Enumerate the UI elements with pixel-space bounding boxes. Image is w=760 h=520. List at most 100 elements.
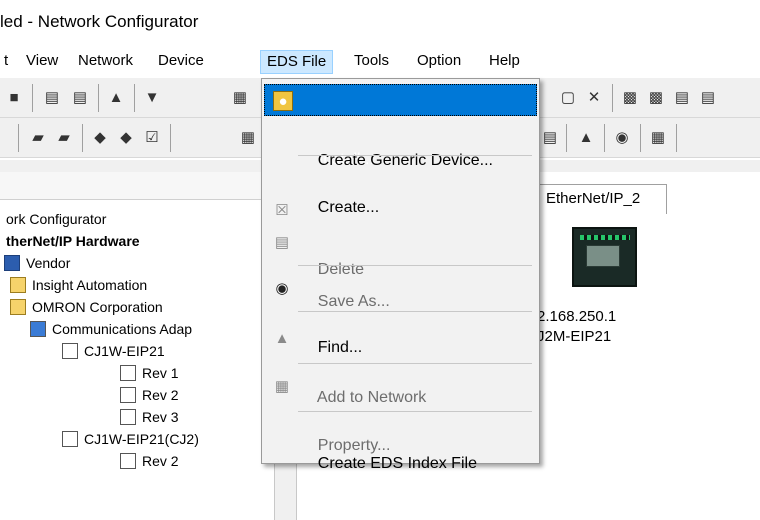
tab-label: EtherNet/IP_2 [546, 190, 641, 207]
detail-view-icon[interactable]: ▤ [698, 87, 718, 107]
menu-device[interactable]: Device [152, 50, 210, 74]
menu-eds-file[interactable]: EDS File [260, 50, 334, 74]
menu-tools[interactable]: Tools [348, 50, 395, 74]
print-icon[interactable]: ▢ [558, 87, 578, 107]
save-icon[interactable]: ■ [4, 87, 24, 107]
menu-item-label: Create EDS Index File [317, 455, 477, 472]
arrow-up-icon[interactable]: ◆ [90, 127, 110, 147]
tree-item-rev[interactable]: Rev 2 [120, 384, 179, 406]
menu-help[interactable]: Help [483, 50, 526, 74]
menu-item-create-generic-device[interactable]: Create Generic Device... [264, 116, 537, 169]
menu-item-find[interactable]: ◉ Find... [264, 273, 537, 356]
tree-root[interactable]: ork Configurator [6, 208, 106, 230]
pane-header [0, 172, 275, 200]
tree-item-vendor[interactable]: Vendor [4, 252, 70, 274]
paste-icon[interactable]: ▰ [54, 127, 74, 147]
menu-option[interactable]: Option [411, 50, 467, 74]
hardware-tree-pane: ork Configurator therNet/IP Hardware Ven… [0, 172, 275, 520]
delete-icon[interactable]: ✕ [584, 87, 604, 107]
list-view-icon[interactable]: ▤ [672, 87, 692, 107]
eds-file-icon [120, 365, 136, 381]
find-binoculars-icon: ◉ [275, 280, 289, 297]
menu-item-install[interactable]: ● Install... [264, 84, 537, 168]
tree-item-label: Rev 3 [142, 409, 179, 425]
menu-bar: t View Network Device EDS File Tools Opt… [0, 44, 760, 77]
tree-item-label: Rev 1 [142, 365, 179, 381]
eds-file-icon [120, 409, 136, 425]
menu-separator [298, 265, 532, 266]
tree-item-omron[interactable]: OMRON Corporation [10, 296, 163, 318]
tree-item-cj1w-eip21-cj2[interactable]: CJ1W-EIP21(CJ2) [62, 428, 199, 450]
tree-item-label: therNet/IP Hardware [6, 233, 140, 249]
tree-item-label: Insight Automation [32, 277, 148, 293]
menu-item-save-as[interactable]: ▤ Save As... [264, 227, 537, 310]
check-icon[interactable]: ☑ [142, 127, 162, 147]
device-ip-address: 2.168.250.1 [537, 308, 617, 325]
cut-icon[interactable]: ▰ [28, 127, 48, 147]
compare-icon[interactable]: ▦ [230, 87, 250, 107]
upload-icon[interactable]: ▲ [106, 87, 126, 107]
device-display [586, 245, 620, 267]
toolbar-separator [82, 124, 83, 152]
menu-item-delete[interactable]: ☒ Delete [264, 195, 537, 278]
tree-item-cj1w-eip21[interactable]: CJ1W-EIP21 [62, 340, 165, 362]
find-icon[interactable]: ◉ [612, 127, 632, 147]
tree-root-label: ork Configurator [6, 211, 107, 227]
connect-icon[interactable]: ▤ [42, 87, 62, 107]
menu-separator [298, 363, 532, 364]
plc-device-icon[interactable] [572, 227, 637, 287]
parameter-icon[interactable]: ▤ [540, 127, 560, 147]
property-icon[interactable]: ▦ [648, 127, 668, 147]
menu-edit[interactable]: t [0, 50, 14, 74]
arrow-down-icon[interactable]: ◆ [116, 127, 136, 147]
tree-item-label: Vendor [26, 255, 71, 271]
menu-view[interactable]: View [20, 50, 64, 74]
device-model-name: J2M-EIP21 [537, 328, 612, 345]
window-title: led - Network Configurator [0, 12, 199, 31]
disconnect-icon[interactable]: ▤ [70, 87, 90, 107]
status-led-strip [580, 235, 630, 240]
toolbar-separator [98, 84, 99, 112]
tree-item-rev[interactable]: Rev 1 [120, 362, 179, 384]
menu-item-create-eds-index-file[interactable]: Create EDS Index File [264, 419, 537, 472]
menu-network[interactable]: Network [72, 50, 139, 74]
tree-item-label: Rev 2 [142, 387, 179, 403]
tree-item-label: CJ1W-EIP21(CJ2) [84, 431, 199, 447]
eds-file-icon [62, 343, 78, 359]
tree-item-rev[interactable]: Rev 2 [120, 450, 179, 472]
property-icon: ▦ [274, 378, 290, 395]
tree-item-label: Communications Adap [52, 321, 193, 337]
tree-item-label: Rev 2 [142, 453, 179, 469]
toolbar-separator [566, 124, 567, 152]
tree-item-label: CJ1W-EIP21 [84, 343, 165, 359]
menu-item-create[interactable]: Create... [264, 163, 537, 216]
tab-ethernet-ip-2[interactable]: EtherNet/IP_2 [537, 184, 667, 214]
tree-item-ethernet-hardware[interactable]: therNet/IP Hardware [6, 230, 140, 252]
tree-item-label: OMRON Corporation [32, 299, 163, 315]
toolbar-separator [676, 124, 677, 152]
menu-item-property[interactable]: ▦ Property... [264, 371, 537, 454]
tree-item-insight-automation[interactable]: Insight Automation [10, 274, 147, 296]
add-to-network-icon: ▲ [274, 330, 290, 347]
download-icon[interactable]: ▼ [142, 87, 162, 107]
toolbar-separator [170, 124, 171, 152]
add-device-icon[interactable]: ▲ [576, 127, 596, 147]
title-bar: led - Network Configurator [0, 0, 760, 44]
menu-item-add-to-network[interactable]: ▲ Add to Network [264, 323, 537, 406]
eds-file-icon [120, 453, 136, 469]
tree-item-communications-adapter[interactable]: Communications Adap [30, 318, 192, 340]
vendor-icon [4, 255, 20, 271]
folder-icon [10, 299, 26, 315]
delete-icon: ☒ [275, 202, 289, 219]
save-as-icon: ▤ [274, 234, 290, 251]
toolbar-separator [134, 84, 135, 112]
tree-item-rev[interactable]: Rev 3 [120, 406, 179, 428]
eds-file-dropdown: ● Install... Create Generic Device... Cr… [261, 78, 540, 472]
network-icon [30, 321, 46, 337]
small-icons-icon[interactable]: ▩ [646, 87, 666, 107]
eds-file-icon [62, 431, 78, 447]
monitor-icon[interactable]: ▦ [238, 127, 258, 147]
toolbar-separator [604, 124, 605, 152]
large-icons-icon[interactable]: ▩ [620, 87, 640, 107]
toolbar-separator [32, 84, 33, 112]
